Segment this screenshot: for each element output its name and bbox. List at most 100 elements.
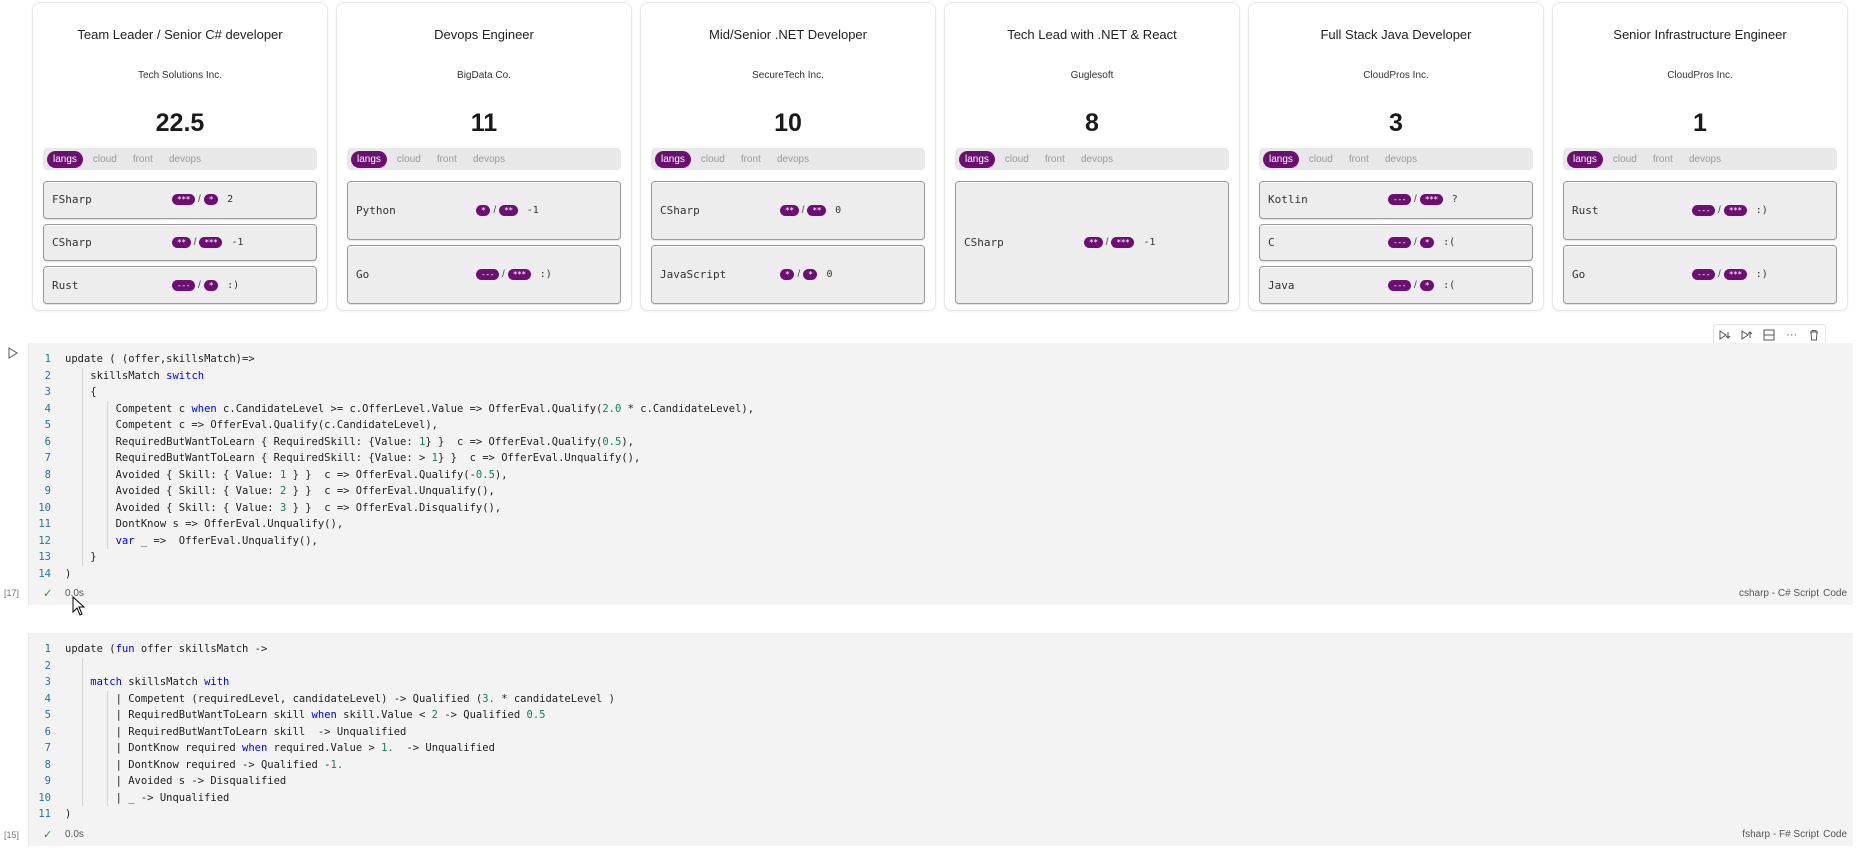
skill-row[interactable]: CSharp ** / *** -1 [43, 223, 317, 262]
code-number: 0.5 [602, 435, 622, 448]
skill-row[interactable]: Kotlin --- / *** ? [1259, 181, 1533, 219]
skill-result: -1 [1143, 237, 1156, 248]
level-separator: / [501, 269, 505, 280]
run-cell-icon[interactable] [6, 346, 20, 360]
level-separator: / [1413, 279, 1417, 291]
tab-devops[interactable]: devops [1075, 151, 1119, 168]
candidate-level-badge: *** [507, 269, 531, 280]
line-content: skillsMatch switch [65, 368, 204, 385]
tab-front[interactable]: front [1343, 151, 1375, 168]
job-card: Mid/Senior .NET Developer SecureTech Inc… [640, 2, 936, 311]
level-separator: / [1717, 269, 1721, 280]
line-content: ) [65, 566, 71, 583]
skill-row[interactable]: JavaScript * / * 0 [651, 245, 925, 304]
code-number: 1. [381, 742, 394, 754]
required-level-badge: --- [172, 279, 195, 291]
tab-front[interactable]: front [1039, 151, 1071, 168]
cell-language[interactable]: csharp - C# Script [1739, 588, 1819, 599]
tab-devops[interactable]: devops [1379, 151, 1423, 168]
job-title: Senior Infrastructure Engineer [1613, 27, 1787, 42]
tab-front[interactable]: front [431, 151, 463, 168]
candidate-level-badge: *** [1111, 237, 1135, 248]
skill-row[interactable]: FSharp *** / * 2 [43, 181, 317, 219]
job-card: Senior Infrastructure Engineer CloudPros… [1552, 2, 1848, 311]
skill-row[interactable]: CSharp ** / ** 0 [651, 181, 925, 240]
code-keyword: when [242, 742, 268, 754]
execute-above-icon[interactable] [1717, 327, 1733, 343]
code-text: skillsMatch [121, 676, 205, 688]
tab-devops[interactable]: devops [1683, 151, 1727, 168]
match-score: 22.5 [155, 109, 205, 137]
code-cell-fsharp[interactable]: 1 update (fun offer skillsMatch -> 2 3 matc… [28, 633, 1853, 846]
execute-below-icon[interactable] [1739, 327, 1755, 343]
tab-cloud[interactable]: cloud [999, 151, 1035, 168]
tab-langs[interactable]: langs [351, 150, 387, 168]
cell-language[interactable]: fsharp - F# Script [1742, 829, 1819, 840]
tab-front[interactable]: front [1647, 151, 1679, 168]
skill-row[interactable]: Java --- / * :( [1259, 266, 1533, 305]
code-line: 3 match skillsMatch with [29, 674, 615, 691]
code-cell-csharp[interactable]: 1 update ( (offer,skillsMatch)=> 2 skillsM… [28, 343, 1853, 605]
tab-langs[interactable]: langs [1263, 150, 1299, 168]
skill-row[interactable]: CSharp ** / *** -1 [955, 181, 1229, 304]
required-level-badge: --- [1388, 194, 1411, 206]
skill-row[interactable]: Rust --- / * :) [43, 266, 317, 305]
code-text: Competent c [65, 402, 192, 415]
skill-row[interactable]: Go --- / *** :) [1563, 245, 1837, 304]
tab-cloud[interactable]: cloud [1303, 151, 1339, 168]
execution-count: [15] [4, 830, 20, 840]
tab-devops[interactable]: devops [163, 151, 207, 168]
tab-cloud[interactable]: cloud [391, 151, 427, 168]
tab-front[interactable]: front [735, 151, 767, 168]
code-line: 4 Competent c when c.CandidateLevel >= c… [29, 401, 754, 418]
tab-cloud[interactable]: cloud [1607, 151, 1643, 168]
tab-langs[interactable]: langs [655, 150, 691, 168]
more-icon[interactable]: ··· [1784, 327, 1800, 343]
code-keyword: var [65, 534, 135, 547]
skill-row[interactable]: C --- / * :( [1259, 223, 1533, 262]
code-text: offer skillsMatch -> [134, 643, 268, 655]
code-line: 7 | DontKnow required when required.Valu… [29, 740, 615, 757]
level-separator: / [797, 269, 801, 280]
tab-devops[interactable]: devops [467, 151, 511, 168]
code-editor[interactable]: 1 update (fun offer skillsMatch -> 2 3 matc… [29, 641, 615, 823]
delete-icon[interactable] [1806, 327, 1822, 343]
skill-levels: --- / *** ? [1388, 194, 1458, 206]
code-line: 10 | _ -> Unqualified [29, 790, 615, 807]
tab-front[interactable]: front [127, 151, 159, 168]
code-text: } } c => OfferEval.Disqualify(), [286, 501, 502, 514]
line-number: 13 [38, 551, 51, 563]
required-level-badge: ** [780, 205, 799, 216]
code-text: | RequiredButWantToLearn skill -> Unqual… [65, 725, 407, 738]
mouse-cursor-icon [72, 596, 86, 616]
skill-levels: --- / *** :) [1692, 269, 1768, 280]
code-line: 14) [29, 566, 754, 583]
skill-category-tabs: langs cloud front devops [43, 148, 317, 170]
tab-cloud[interactable]: cloud [695, 151, 731, 168]
code-line: 5 | RequiredButWantToLearn skill when sk… [29, 707, 615, 724]
tab-cloud[interactable]: cloud [87, 151, 123, 168]
skill-levels: --- / * :( [1388, 237, 1455, 248]
match-score: 3 [1389, 109, 1403, 137]
tab-langs[interactable]: langs [959, 150, 995, 168]
skill-row[interactable]: Go --- / *** :) [347, 245, 621, 304]
code-line: 12 var _ => OfferEval.Unqualify(), [29, 533, 754, 550]
tab-langs[interactable]: langs [47, 150, 83, 168]
tab-langs[interactable]: langs [1567, 150, 1603, 168]
company-name: CloudPros Inc. [1667, 70, 1733, 81]
tab-devops[interactable]: devops [771, 151, 815, 168]
code-line: 9 | Avoided s -> Disqualified [29, 773, 615, 790]
indent-guide [82, 367, 83, 566]
line-content: | _ -> Unqualified [65, 790, 230, 807]
code-line: 2 [29, 658, 615, 675]
job-title: Devops Engineer [434, 27, 534, 42]
skill-name: JavaScript [660, 268, 727, 281]
line-content: Competent c => OfferEval.Qualify(c.Candi… [65, 417, 438, 434]
split-cell-icon[interactable] [1761, 327, 1777, 343]
skill-row[interactable]: Python * / ** -1 [347, 181, 621, 240]
skill-row[interactable]: Rust --- / *** :) [1563, 181, 1837, 240]
code-text: ) [65, 808, 72, 820]
code-editor[interactable]: 1 update ( (offer,skillsMatch)=> 2 skillsM… [29, 351, 754, 582]
code-line: 5 Competent c => OfferEval.Qualify(c.Can… [29, 417, 754, 434]
skill-levels: *** / * 2 [172, 194, 233, 206]
